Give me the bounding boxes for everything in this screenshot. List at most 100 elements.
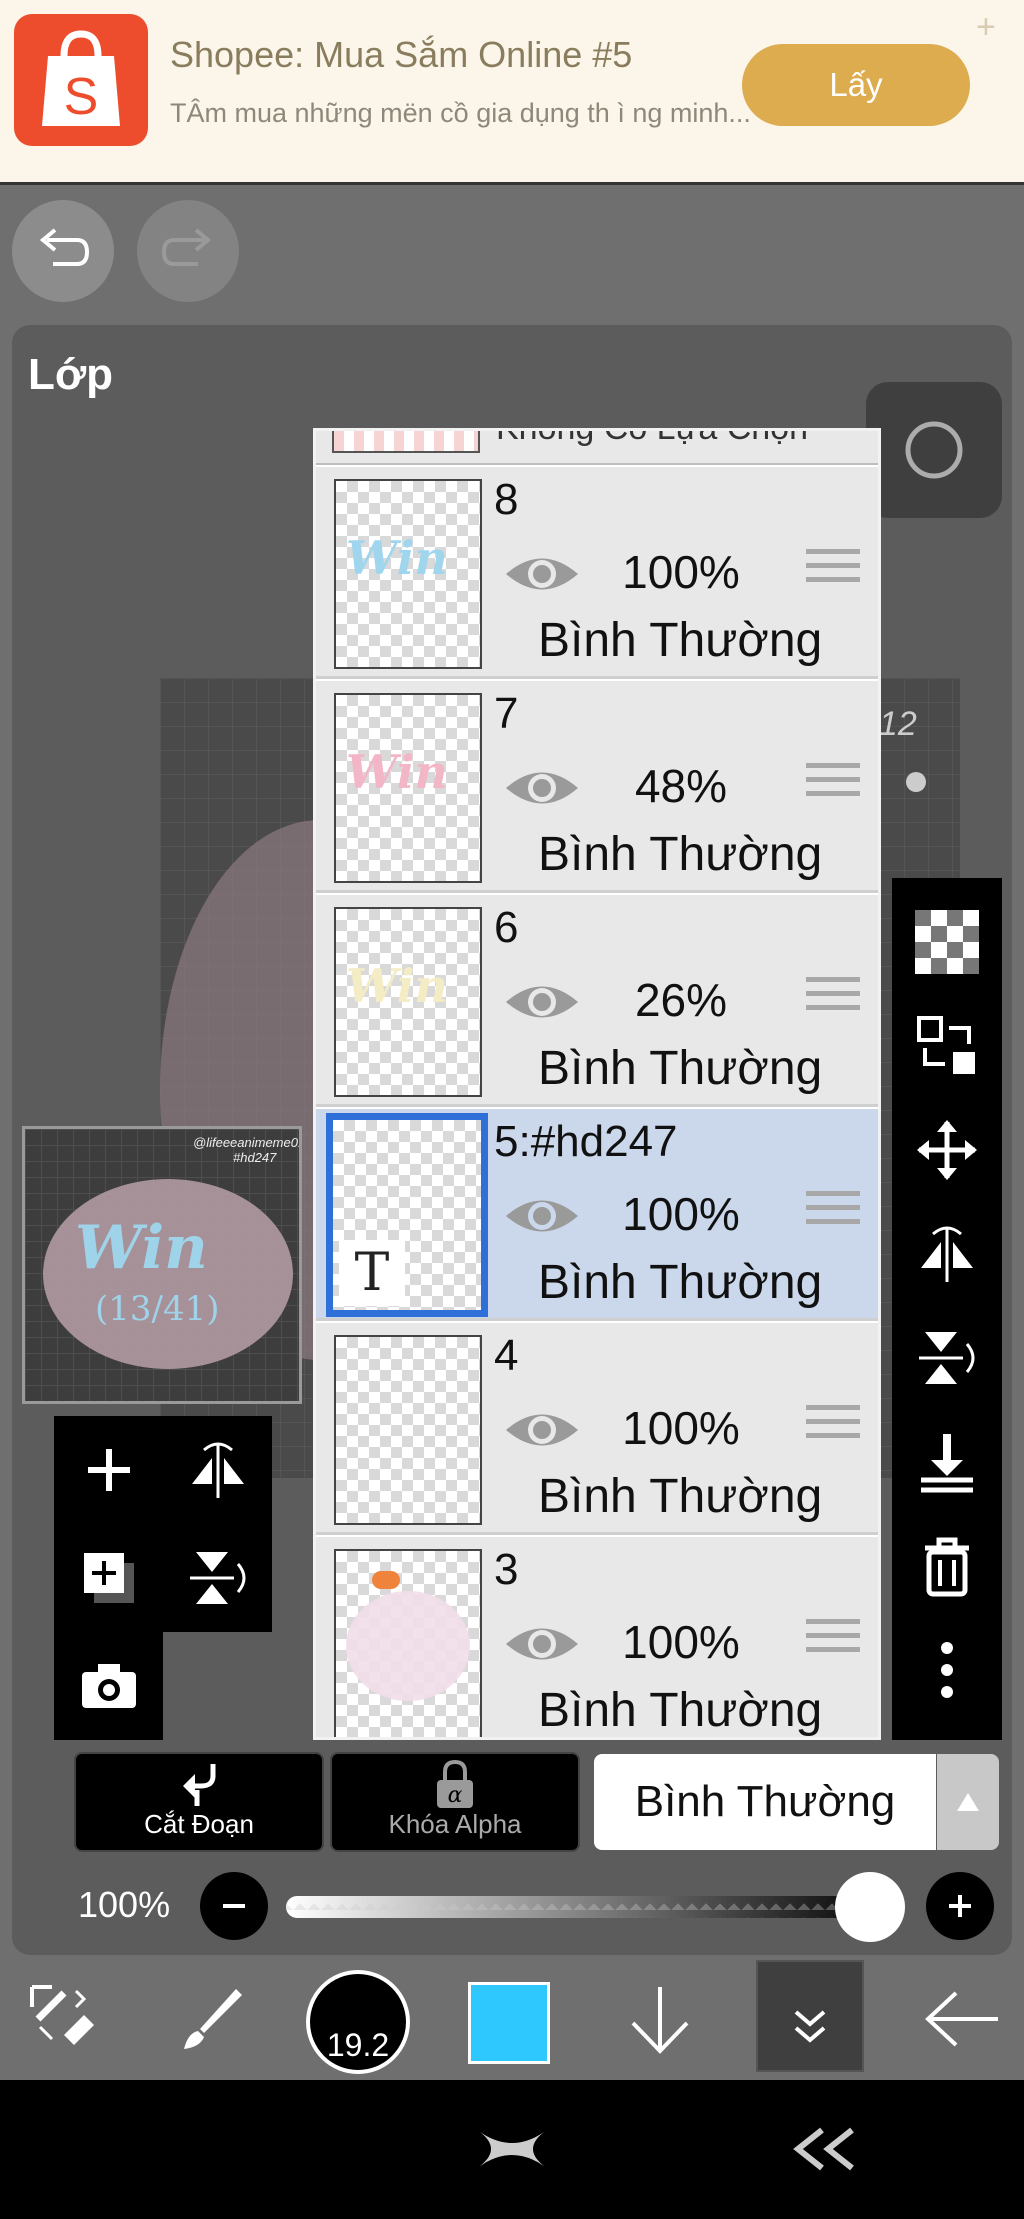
layer-row-4[interactable]: 4 100% Bình Thường: [316, 1323, 878, 1535]
arrow-left-icon: [925, 1991, 998, 2047]
layer-blend-mode: Bình Thường: [538, 1470, 823, 1523]
rotate-flip-button[interactable]: [163, 1416, 272, 1524]
double-chevron-left-icon[interactable]: [786, 2124, 866, 2174]
layer-list[interactable]: Không Có Lựa Chọn Win 8 100% Bình Thường…: [313, 428, 881, 1740]
chevron-double-down-icon: [794, 2010, 826, 2043]
layer-opacity[interactable]: 26%: [606, 973, 756, 1027]
drag-handle-icon[interactable]: [806, 763, 860, 809]
layer-name: 4: [494, 1331, 519, 1380]
flip-vertical-button[interactable]: [892, 1308, 1002, 1408]
close-app-icon[interactable]: [472, 2124, 552, 2174]
back-button[interactable]: [912, 1958, 1012, 2080]
layers-button[interactable]: [756, 1960, 864, 2072]
ad-subtitle: TÂm mua những mёn cồ gia dụng th ì ng mi…: [170, 98, 751, 128]
preview-art-text: Win: [75, 1213, 208, 1283]
floating-menu-button[interactable]: [866, 382, 1002, 518]
layer-row-3[interactable]: 3 100% Bình Thường: [316, 1537, 878, 1737]
visibility-eye-icon[interactable]: [504, 1407, 580, 1458]
move-down-button[interactable]: [610, 1958, 710, 2080]
panel-title: Lớp: [28, 350, 114, 399]
shopee-logo-icon: S: [14, 14, 148, 146]
blend-mode-select[interactable]: Bình Thường: [594, 1754, 936, 1850]
canvas-dot: [906, 772, 926, 792]
thumbnail-art: Win: [346, 531, 448, 585]
layer-opacity[interactable]: 48%: [606, 759, 756, 813]
layer-name: 6: [494, 903, 519, 952]
swap-layer-button[interactable]: [892, 996, 1002, 1096]
merge-down-button[interactable]: [892, 1412, 1002, 1512]
duplicate-layer-button[interactable]: [54, 1524, 163, 1632]
alpha-lock-button[interactable]: α Khóa Alpha: [330, 1752, 580, 1852]
ad-get-button[interactable]: Lấy: [742, 44, 970, 126]
move-button[interactable]: [892, 1100, 1002, 1200]
undo-button[interactable]: [12, 200, 114, 302]
transparency-checker-button[interactable]: [892, 892, 1002, 992]
layer-opacity[interactable]: 100%: [606, 1615, 756, 1669]
flip-horizontal-button[interactable]: [892, 1204, 1002, 1304]
clipping-label: Cắt Đoạn: [144, 1809, 254, 1839]
minus-icon: [223, 1904, 245, 1908]
color-swatch-button[interactable]: [468, 1982, 550, 2064]
ad-banner[interactable]: S Shopee: Mua Sắm Online #5 TÂm mua nhữn…: [0, 0, 1024, 185]
svg-text:S: S: [64, 68, 99, 126]
opacity-decrease-button[interactable]: [200, 1872, 268, 1940]
layer-name: 3: [494, 1545, 519, 1594]
system-nav-bar: [0, 2080, 1024, 2219]
opacity-slider-handle[interactable]: [835, 1872, 905, 1942]
flip-horizontal-icon: [921, 1226, 973, 1282]
triangle-up-icon: [957, 1793, 979, 1811]
selection-tool-button[interactable]: [14, 1958, 114, 2080]
delete-layer-button[interactable]: [892, 1516, 1002, 1616]
visibility-eye-icon[interactable]: [504, 1621, 580, 1672]
camera-import-button[interactable]: [54, 1632, 163, 1740]
plus-icon: [949, 1895, 971, 1917]
layer-row-5-selected[interactable]: T 5:#hd247 100% Bình Thường: [316, 1109, 878, 1321]
preview-art-subtext: (13/41): [95, 1289, 220, 1329]
layer-row-7[interactable]: Win 7 48% Bình Thường: [316, 681, 878, 893]
flip-vertical-icon: [919, 1332, 975, 1384]
drag-handle-icon[interactable]: [806, 1619, 860, 1665]
merge-down-icon: [921, 1434, 973, 1493]
ad-info-icon[interactable]: +: [976, 8, 996, 47]
layer-row-8[interactable]: Win 8 100% Bình Thường: [316, 467, 878, 679]
text-layer-icon: T: [339, 1240, 405, 1306]
layer-blend-mode: Bình Thường: [538, 1684, 823, 1737]
visibility-eye-icon[interactable]: [504, 979, 580, 1030]
more-options-button[interactable]: [892, 1620, 1002, 1720]
visibility-eye-icon[interactable]: [504, 551, 580, 602]
flip-vertical-alt-button[interactable]: [163, 1524, 272, 1632]
circle-icon: [905, 421, 963, 479]
visibility-eye-icon[interactable]: [504, 765, 580, 816]
add-layer-button[interactable]: [54, 1416, 163, 1524]
blend-mode-dropdown-button[interactable]: [937, 1754, 999, 1850]
drag-handle-icon[interactable]: [806, 1191, 860, 1237]
opacity-increase-button[interactable]: [926, 1872, 994, 1940]
layer-opacity[interactable]: 100%: [606, 1187, 756, 1241]
arrow-down-icon: [631, 1987, 689, 2054]
clipping-button[interactable]: Cắt Đoạn: [74, 1752, 324, 1852]
layer-name: Không Có Lựa Chọn: [496, 428, 808, 447]
opacity-slider[interactable]: [286, 1896, 890, 1918]
layer-opacity[interactable]: 100%: [606, 545, 756, 599]
drag-handle-icon[interactable]: [806, 977, 860, 1023]
layer-row-partial[interactable]: Không Có Lựa Chọn: [316, 431, 878, 465]
layer-blend-mode: Bình Thường: [538, 1042, 823, 1095]
duplicate-icon: [83, 1553, 134, 1603]
redo-button[interactable]: [137, 200, 239, 302]
canvas-preview[interactable]: @lifeeeanimeme012 #hd247 Win (13/41): [22, 1126, 302, 1404]
brush-tool-button[interactable]: [160, 1958, 260, 2080]
layer-thumbnail: [332, 431, 480, 453]
clipping-arrow-icon: [183, 1764, 216, 1806]
redo-icon: [161, 228, 212, 266]
brush-size-button[interactable]: 19.2: [306, 1970, 410, 2074]
visibility-eye-icon[interactable]: [504, 1193, 580, 1244]
layer-opacity[interactable]: 100%: [606, 1401, 756, 1455]
drag-handle-icon[interactable]: [806, 1405, 860, 1451]
layer-blend-mode: Bình Thường: [538, 614, 823, 667]
alpha-lock-label: Khóa Alpha: [388, 1809, 522, 1839]
left-tool-group: [54, 1416, 272, 1740]
drag-handle-icon[interactable]: [806, 549, 860, 595]
layer-row-6[interactable]: Win 6 26% Bình Thường: [316, 895, 878, 1107]
layer-thumbnail: Win: [334, 907, 482, 1097]
layer-thumbnail: Win: [334, 693, 482, 883]
